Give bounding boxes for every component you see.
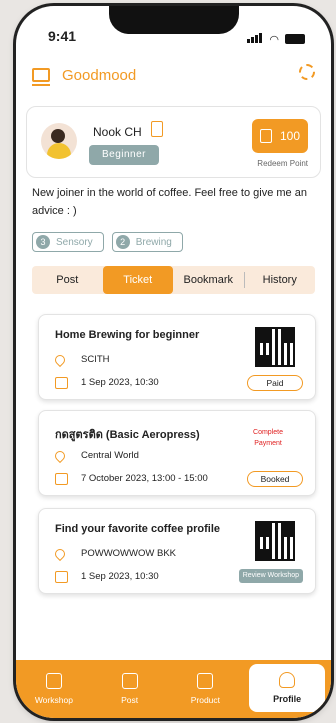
- chat-icon: [121, 673, 138, 689]
- user-icon: [279, 672, 296, 688]
- status-booked-badge: Booked: [247, 471, 303, 487]
- avatar[interactable]: [41, 123, 77, 159]
- location-pin-icon: [52, 546, 68, 562]
- nav-profile[interactable]: Profile: [249, 664, 325, 712]
- tab-history[interactable]: History: [245, 266, 316, 294]
- calendar-icon: [55, 571, 68, 583]
- phone-frame: 9:41 ◠ Goodmood Nook CH Beginner 100 Red…: [16, 6, 331, 718]
- bag-icon: [197, 673, 214, 689]
- status-paid-badge: Paid: [247, 375, 303, 391]
- point-icon: [259, 129, 272, 143]
- chip-label: Brewing: [135, 236, 172, 248]
- nav-label: Product: [190, 695, 221, 705]
- ticket-title: Find your favorite coffee profile: [55, 523, 221, 535]
- wifi-icon: ◠: [269, 33, 279, 46]
- status-time: 9:41: [48, 28, 77, 44]
- nav-product[interactable]: Product: [168, 660, 244, 718]
- ticket-location: POWWOWWOW BKK: [81, 548, 176, 559]
- nav-label: Workshop: [34, 695, 73, 705]
- points-button[interactable]: 100: [252, 119, 308, 153]
- calendar-icon: [55, 473, 68, 485]
- nav-post[interactable]: Post: [92, 660, 168, 718]
- ticket-date: 1 Sep 2023, 10:30: [81, 377, 159, 388]
- ticket-date: 1 Sep 2023, 10:30: [81, 571, 159, 582]
- chip-brewing[interactable]: 2 Brewing: [111, 232, 183, 252]
- profile-bio: New joiner in the world of coffee. Feel …: [32, 187, 307, 217]
- location-pin-icon: [52, 352, 68, 368]
- status-bar: 9:41 ◠: [16, 28, 331, 48]
- complete-payment-link[interactable]: Complete Payment: [243, 427, 293, 449]
- user-name: Nook CH: [93, 125, 142, 139]
- ticket-date: 7 October 2023, 13:00 - 15:00: [81, 473, 208, 484]
- bookmark-badge-icon: [151, 121, 163, 137]
- bottom-nav: Workshop Post Product Profile: [16, 660, 331, 718]
- tab-post[interactable]: Post: [32, 266, 103, 294]
- app-bar: Goodmood: [32, 62, 315, 88]
- redeem-point-link[interactable]: Redeem Point: [257, 159, 308, 168]
- profile-tabs: Post Ticket Bookmark History: [32, 266, 315, 294]
- chip-sensory[interactable]: 3 Sensory: [32, 232, 104, 252]
- calendar-icon: [45, 673, 62, 689]
- ticket-location: Central World: [81, 450, 139, 461]
- app-title: Goodmood: [62, 66, 137, 84]
- ticket-location: SCITH: [81, 354, 110, 365]
- tab-ticket[interactable]: Ticket: [102, 266, 173, 294]
- level-badge: Beginner: [89, 145, 159, 165]
- battery-icon: [285, 34, 305, 44]
- gear-icon[interactable]: [299, 64, 315, 80]
- ticket-title: Home Brewing for beginner: [55, 329, 200, 341]
- nav-label: Profile: [273, 694, 302, 704]
- qr-code-icon[interactable]: [255, 327, 295, 367]
- ticket-card[interactable]: Home Brewing for beginner SCITH 1 Sep 20…: [38, 314, 316, 400]
- tab-bookmark[interactable]: Bookmark: [173, 266, 244, 294]
- ticket-card[interactable]: กดสูตรติด (Basic Aeropress) Central Worl…: [38, 410, 316, 496]
- skill-chips: 3 Sensory 2 Brewing: [32, 232, 183, 252]
- coffee-cup-icon: [32, 68, 50, 86]
- profile-card: Nook CH Beginner 100 Redeem Point: [26, 106, 321, 178]
- review-workshop-button[interactable]: Review Workshop: [238, 569, 303, 583]
- signal-icon: [247, 30, 263, 48]
- location-pin-icon: [52, 448, 68, 464]
- nav-label: Post: [121, 695, 139, 705]
- ticket-title: กดสูตรติด (Basic Aeropress): [55, 429, 200, 441]
- chip-label: Sensory: [56, 236, 93, 248]
- qr-code-icon[interactable]: [255, 521, 295, 561]
- chip-count: 2: [115, 235, 130, 249]
- status-icons: ◠: [247, 30, 305, 48]
- calendar-icon: [55, 377, 68, 389]
- chip-count: 3: [36, 235, 50, 249]
- ticket-card[interactable]: Find your favorite coffee profile POWWOW…: [38, 508, 316, 594]
- nav-workshop[interactable]: Workshop: [16, 660, 92, 718]
- points-value: 100: [279, 129, 301, 143]
